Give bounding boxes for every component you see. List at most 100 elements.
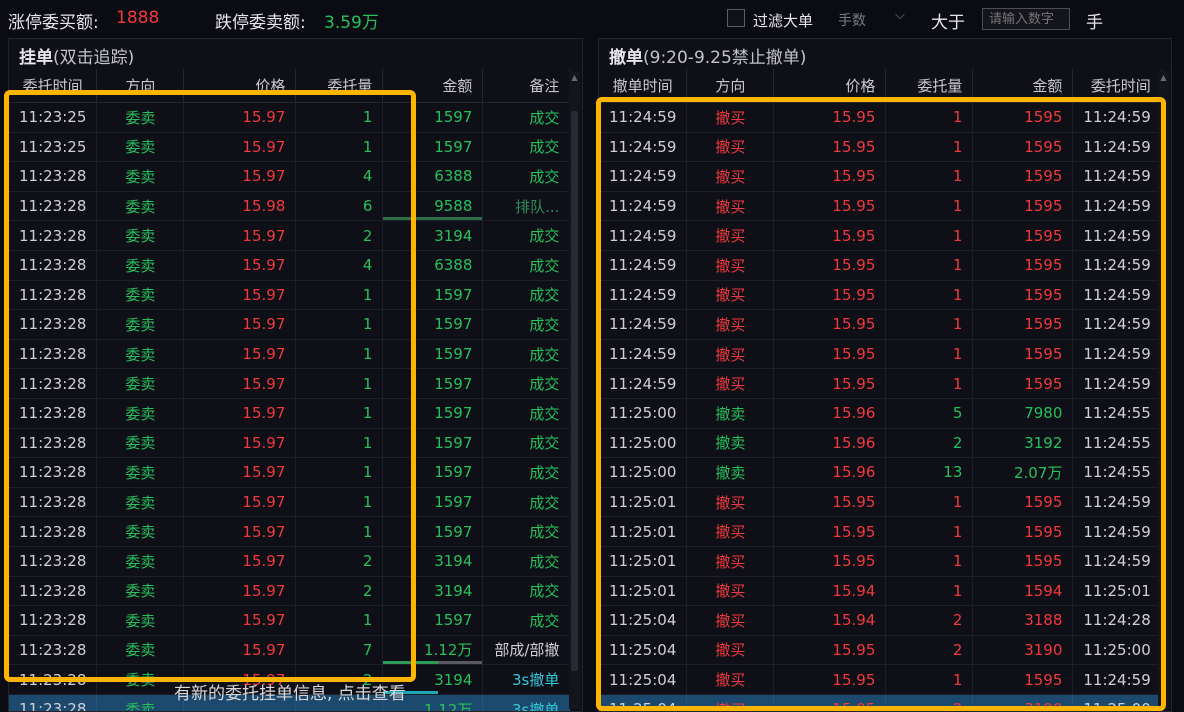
- table-row[interactable]: 11:24:59 撤买 15.95 1 1595 11:24:59: [599, 339, 1162, 370]
- cell-direction: 撤买: [686, 516, 775, 547]
- table-row[interactable]: 11:24:59 撤买 15.95 1 1595 11:24:59: [599, 309, 1162, 340]
- cell-order-time: 11:25:00: [1072, 635, 1162, 666]
- table-row[interactable]: 11:23:28 委卖 15.97 1 1597 成交: [9, 280, 571, 311]
- cell-direction: 委卖: [96, 546, 185, 577]
- scrollbar[interactable]: ▲: [1158, 71, 1169, 709]
- table-row[interactable]: 11:23:28 委卖 15.97 2 3194 成交: [9, 220, 571, 251]
- cell-order-time: 11:25:00: [1072, 694, 1162, 711]
- col-header-order-time[interactable]: 委托时间: [9, 69, 98, 103]
- table-row[interactable]: 11:23:28 委卖 15.97 1 1597 成交: [9, 339, 571, 370]
- scroll-up-icon[interactable]: ▲: [569, 71, 580, 85]
- cell-direction: 委卖: [96, 516, 185, 547]
- scroll-up-icon[interactable]: ▲: [1158, 71, 1169, 85]
- table-row[interactable]: 11:24:59 撤买 15.95 1 1595 11:24:59: [599, 161, 1162, 192]
- cell-quantity: 1: [885, 487, 974, 518]
- cell-amount: 1597: [382, 280, 484, 311]
- cell-amount: 1597: [382, 132, 484, 163]
- cell-amount: 1597: [382, 309, 484, 340]
- cell-quantity: 4: [295, 161, 384, 192]
- cell-quantity: 4: [295, 250, 384, 281]
- col-header-direction[interactable]: 方向: [686, 69, 775, 103]
- cell-quantity: 7: [295, 635, 384, 666]
- cell-direction: 委卖: [96, 428, 185, 459]
- filter-checkbox[interactable]: [727, 9, 745, 27]
- col-header-quantity[interactable]: 委托量: [885, 69, 974, 103]
- cell-direction: 撤买: [686, 664, 775, 695]
- table-row[interactable]: 11:25:01 撤买 15.95 1 1595 11:24:59: [599, 487, 1162, 518]
- col-header-direction[interactable]: 方向: [96, 69, 185, 103]
- table-row[interactable]: 11:23:28 委卖 15.97 1 1597 成交: [9, 398, 571, 429]
- table-row[interactable]: 11:23:28 委卖 15.97 4 6388 成交: [9, 250, 571, 281]
- table-row[interactable]: 11:23:28 委卖 15.97 1 1597 成交: [9, 516, 571, 547]
- table-row[interactable]: 11:23:28 委卖 15.97 2 3194 成交: [9, 576, 571, 607]
- cell-cancel-time: 11:25:00: [599, 428, 688, 459]
- threshold-input[interactable]: [982, 8, 1070, 30]
- filter-label: 过滤大单: [753, 12, 814, 30]
- table-row[interactable]: 11:23:28 委卖 15.97 1 1597 成交: [9, 605, 571, 636]
- cell-note: 成交: [482, 309, 571, 340]
- cell-order-time: 11:24:59: [1072, 368, 1162, 399]
- scrollbar[interactable]: ▲: [569, 71, 580, 709]
- cell-note: 成交: [482, 428, 571, 459]
- cell-quantity: 1: [885, 191, 974, 222]
- cell-price: 15.95: [773, 220, 887, 251]
- table-row[interactable]: 11:23:28 委卖 15.97 1 1597 成交: [9, 428, 571, 459]
- table-row[interactable]: 11:23:28 委卖 15.98 6 9588 排队...: [9, 191, 571, 222]
- table-row[interactable]: 11:24:59 撤买 15.95 1 1595 11:24:59: [599, 102, 1162, 133]
- table-row[interactable]: 11:23:28 委卖 15.97 1 1597 成交: [9, 309, 571, 340]
- cell-price: 15.97: [183, 576, 297, 607]
- table-row[interactable]: 11:23:28 委卖 15.97 1 1597 成交: [9, 487, 571, 518]
- table-row[interactable]: 11:25:00 撤卖 15.96 5 7980 11:24:55: [599, 398, 1162, 429]
- col-header-amount[interactable]: 金额: [382, 69, 484, 103]
- cell-price: 15.97: [183, 398, 297, 429]
- table-row[interactable]: 11:24:59 撤买 15.95 1 1595 11:24:59: [599, 191, 1162, 222]
- cell-direction: 委卖: [96, 132, 185, 163]
- table-row[interactable]: 11:24:59 撤买 15.95 1 1595 11:24:59: [599, 280, 1162, 311]
- table-row[interactable]: 11:25:00 撤卖 15.96 13 2.07万 11:24:55: [599, 457, 1162, 488]
- table-row[interactable]: 11:23:28 委卖 15.97 4 6388 成交: [9, 161, 571, 192]
- cell-order-time: 11:24:59: [1072, 132, 1162, 163]
- cell-direction: 委卖: [96, 635, 185, 666]
- table-row[interactable]: 11:23:25 委卖 15.97 1 1597 成交: [9, 132, 571, 163]
- table-row[interactable]: 11:25:04 撤买 15.95 1 1595 11:24:59: [599, 664, 1162, 695]
- col-header-order-time[interactable]: 委托时间: [1072, 69, 1162, 103]
- table-row[interactable]: 11:24:59 撤买 15.95 1 1595 11:24:59: [599, 368, 1162, 399]
- chevron-down-icon[interactable]: ⌵: [895, 8, 905, 23]
- table-row[interactable]: 11:23:28 委卖 15.97 2 3194 成交: [9, 546, 571, 577]
- cell-quantity: 1: [885, 220, 974, 251]
- cell-amount: 1595: [972, 280, 1074, 311]
- unit-select[interactable]: 手数: [838, 10, 866, 30]
- cell-note: 成交: [482, 250, 571, 281]
- table-row[interactable]: 11:24:59 撤买 15.95 1 1595 11:24:59: [599, 250, 1162, 281]
- col-header-amount[interactable]: 金额: [972, 69, 1074, 103]
- table-row[interactable]: 11:23:28 委卖 15.97 1 1597 成交: [9, 457, 571, 488]
- table-row[interactable]: 11:23:25 委卖 15.97 1 1597 成交: [9, 102, 571, 133]
- cell-quantity: 1: [295, 309, 384, 340]
- cell-direction: 撤买: [686, 309, 775, 340]
- table-row[interactable]: 11:25:04 撤买 15.95 2 3190 11:25:00: [599, 694, 1162, 711]
- limit-down-value: 3.59万: [324, 13, 379, 33]
- col-header-price[interactable]: 价格: [773, 69, 887, 103]
- cell-price: 15.95: [773, 191, 887, 222]
- table-row[interactable]: 11:23:28 委卖 15.97 1 1597 成交: [9, 368, 571, 399]
- table-row[interactable]: 11:25:01 撤买 15.95 1 1595 11:24:59: [599, 546, 1162, 577]
- table-row[interactable]: 11:25:04 撤买 15.94 2 3188 11:24:28: [599, 605, 1162, 636]
- col-header-note[interactable]: 备注: [482, 69, 571, 103]
- table-row[interactable]: 11:25:01 撤买 15.95 1 1595 11:24:59: [599, 516, 1162, 547]
- table-row[interactable]: 11:25:04 撤买 15.95 2 3190 11:25:00: [599, 635, 1162, 666]
- new-info-banner[interactable]: 有新的委托挂单信息, 点击查看: [174, 679, 406, 704]
- scroll-thumb[interactable]: [571, 111, 578, 671]
- col-header-cancel-time[interactable]: 撤单时间: [599, 69, 688, 103]
- col-header-quantity[interactable]: 委托量: [295, 69, 384, 103]
- cell-price: 15.95: [773, 250, 887, 281]
- table-row[interactable]: 11:25:01 撤买 15.94 1 1594 11:25:01: [599, 576, 1162, 607]
- table-row[interactable]: 11:24:59 撤买 15.95 1 1595 11:24:59: [599, 220, 1162, 251]
- table-row[interactable]: 11:23:28 委卖 15.97 7 1.12万 部成/部撤: [9, 635, 571, 666]
- col-header-price[interactable]: 价格: [183, 69, 297, 103]
- table-row[interactable]: 11:24:59 撤买 15.95 1 1595 11:24:59: [599, 132, 1162, 163]
- cell-cancel-time: 11:25:04: [599, 664, 688, 695]
- cell-direction: 撤买: [686, 250, 775, 281]
- table-row[interactable]: 11:25:00 撤卖 15.96 2 3192 11:24:55: [599, 428, 1162, 459]
- cell-quantity: 1: [885, 161, 974, 192]
- cell-note: 成交: [482, 487, 571, 518]
